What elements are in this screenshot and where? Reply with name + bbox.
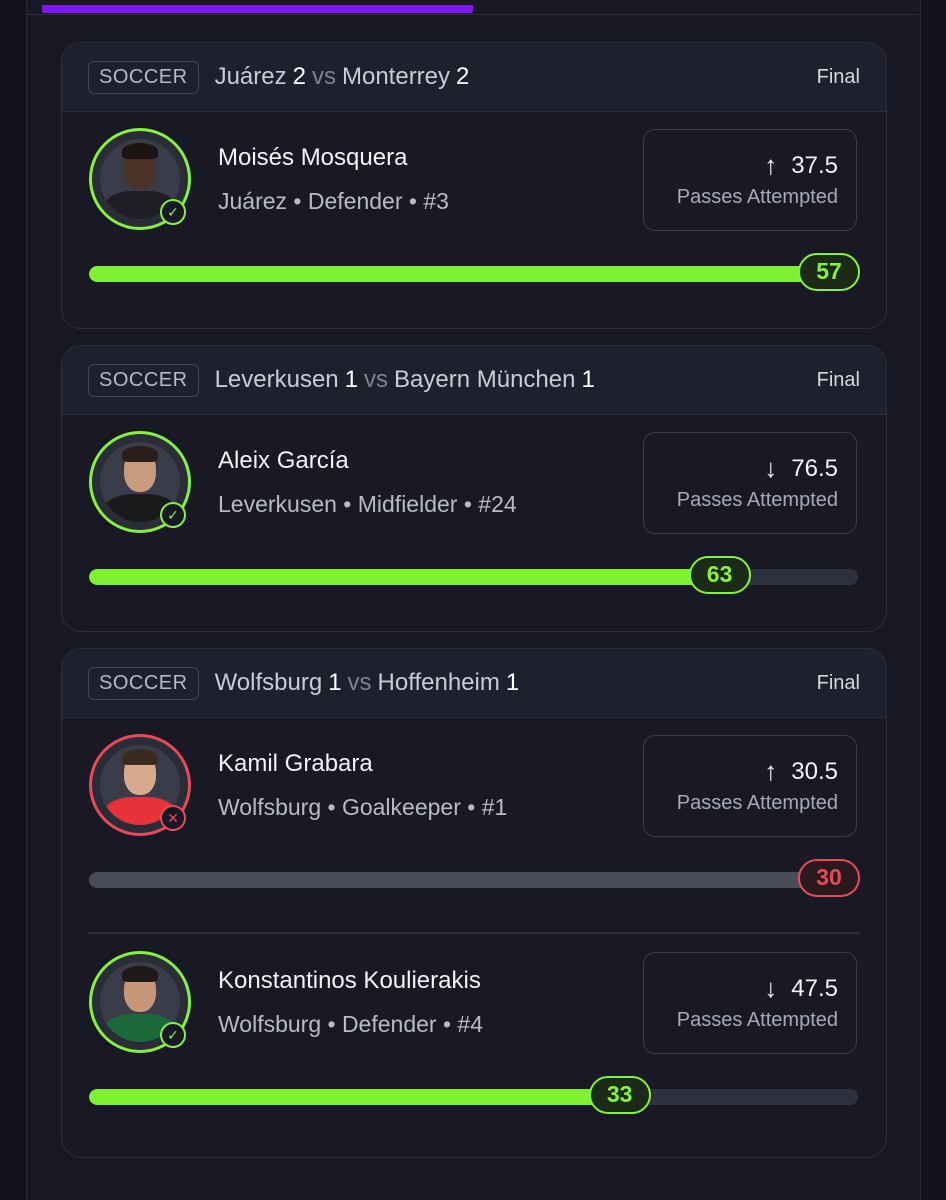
stat-line-value: 37.5 bbox=[791, 151, 838, 179]
arrow-up-icon: ↑ bbox=[764, 150, 778, 180]
sport-badge: SOCCER bbox=[88, 363, 199, 397]
player-avatar: ✓ bbox=[89, 951, 191, 1053]
check-circle-icon: ✓ bbox=[160, 1022, 186, 1048]
away-team: Bayern München bbox=[394, 366, 576, 393]
match-title: Wolfsburg 1 vs Hoffenheim 1 bbox=[215, 669, 522, 697]
game-status: Final bbox=[816, 671, 860, 694]
stat-line-box: ↓ 76.5 Passes Attempted bbox=[643, 432, 857, 534]
progress-track bbox=[89, 872, 858, 888]
result-value-pill: 57 bbox=[798, 253, 860, 291]
player-name: Aleix García bbox=[218, 447, 349, 474]
home-score: 2 bbox=[292, 63, 306, 90]
match-header: SOCCER Wolfsburg 1 vs Hoffenheim 1 Final bbox=[62, 649, 886, 718]
stat-line-box: ↑ 30.5 Passes Attempted bbox=[643, 735, 857, 837]
active-tab-indicator bbox=[42, 5, 473, 13]
home-score: 1 bbox=[328, 669, 342, 696]
sport-badge: SOCCER bbox=[88, 666, 199, 700]
check-circle-icon: ✓ bbox=[160, 502, 186, 528]
player-meta: Juárez • Defender • #3 bbox=[218, 188, 449, 214]
vs-label: vs bbox=[347, 669, 372, 696]
progress-fill bbox=[89, 1089, 620, 1105]
stat-line: ↑ 30.5 bbox=[764, 756, 838, 787]
pick-card[interactable]: SOCCER Leverkusen 1 vs Bayern München 1 Final ✓… bbox=[61, 345, 887, 632]
match-title: Juárez 2 vs Monterrey 2 bbox=[215, 63, 472, 91]
away-team: Monterrey bbox=[341, 63, 451, 90]
progress-track bbox=[89, 266, 858, 282]
row-divider bbox=[88, 932, 860, 934]
result-value-pill: 63 bbox=[688, 556, 751, 594]
stat-line-value: 30.5 bbox=[791, 757, 838, 785]
home-score: 1 bbox=[344, 366, 359, 393]
stat-line-value: 47.5 bbox=[791, 974, 838, 1002]
progress-track bbox=[89, 1089, 858, 1105]
match-header: SOCCER Juárez 2 vs Monterrey 2 Final bbox=[62, 43, 886, 112]
player-meta: Wolfsburg • Defender • #4 bbox=[218, 1011, 483, 1037]
stat-line: ↓ 76.5 bbox=[764, 453, 838, 484]
match-header: SOCCER Leverkusen 1 vs Bayern München 1 Final bbox=[62, 346, 886, 415]
player-pick-row[interactable]: ✓ Aleix García Leverkusen • Midfielder • #… bbox=[62, 415, 886, 631]
tab-divider bbox=[26, 14, 919, 15]
away-score: 1 bbox=[505, 669, 520, 696]
game-status: Final bbox=[816, 65, 860, 88]
stat-line-box: ↑ 37.5 Passes Attempted bbox=[643, 129, 857, 231]
progress-fill bbox=[89, 569, 720, 585]
player-pick-row[interactable]: ✓ Moisés Mosquera Juárez • Defender • #3 ↑ 3… bbox=[62, 112, 886, 328]
result-value-pill: 30 bbox=[798, 859, 860, 897]
player-meta: Wolfsburg • Goalkeeper • #1 bbox=[218, 794, 508, 820]
player-avatar: ✓ bbox=[89, 431, 191, 533]
progress-fill bbox=[89, 872, 843, 888]
pick-card[interactable]: SOCCER Wolfsburg 1 vs Hoffenheim 1 Final ✕ Kamil… bbox=[61, 648, 887, 1158]
x-circle-icon: ✕ bbox=[160, 805, 186, 831]
stat-label: Passes Attempted bbox=[676, 489, 838, 511]
player-name: Konstantinos Koulierakis bbox=[218, 967, 481, 994]
sport-badge: SOCCER bbox=[88, 60, 199, 94]
stat-label: Passes Attempted bbox=[676, 792, 838, 814]
away-score: 2 bbox=[456, 63, 470, 90]
player-pick-row[interactable]: ✕ Kamil Grabara Wolfsburg • Goalkeeper • #… bbox=[62, 718, 886, 935]
vs-label: vs bbox=[364, 366, 389, 393]
stat-line: ↑ 37.5 bbox=[764, 150, 838, 181]
home-team: Leverkusen bbox=[214, 366, 339, 393]
match-title: Leverkusen 1 vs Bayern München 1 bbox=[215, 366, 597, 394]
progress-fill bbox=[89, 266, 858, 282]
result-value-pill: 33 bbox=[588, 1076, 651, 1114]
stat-line-box: ↓ 47.5 Passes Attempted bbox=[643, 952, 857, 1054]
player-pick-row[interactable]: ✓ Konstantinos Koulierakis Wolfsburg • Def… bbox=[62, 932, 886, 1152]
check-circle-icon: ✓ bbox=[160, 199, 186, 225]
stat-line-value: 76.5 bbox=[791, 454, 838, 482]
player-avatar: ✕ bbox=[89, 734, 191, 836]
player-meta: Leverkusen • Midfielder • #24 bbox=[218, 491, 517, 517]
arrow-down-icon: ↓ bbox=[764, 973, 778, 1003]
stat-label: Passes Attempted bbox=[676, 186, 838, 208]
player-name: Kamil Grabara bbox=[218, 750, 373, 777]
player-name: Moisés Mosquera bbox=[218, 144, 408, 171]
arrow-down-icon: ↓ bbox=[764, 453, 778, 483]
away-team: Hoffenheim bbox=[377, 669, 500, 696]
arrow-up-icon: ↑ bbox=[764, 756, 778, 786]
away-score: 1 bbox=[581, 366, 595, 393]
stat-line: ↓ 47.5 bbox=[764, 973, 838, 1004]
vs-label: vs bbox=[311, 63, 336, 90]
player-avatar: ✓ bbox=[89, 128, 191, 230]
home-team: Juárez bbox=[214, 63, 287, 90]
stat-label: Passes Attempted bbox=[676, 1009, 838, 1031]
game-status: Final bbox=[816, 368, 860, 391]
home-team: Wolfsburg bbox=[214, 669, 323, 696]
pick-card[interactable]: SOCCER Juárez 2 vs Monterrey 2 Final ✓ Moisés Mo… bbox=[61, 42, 887, 329]
